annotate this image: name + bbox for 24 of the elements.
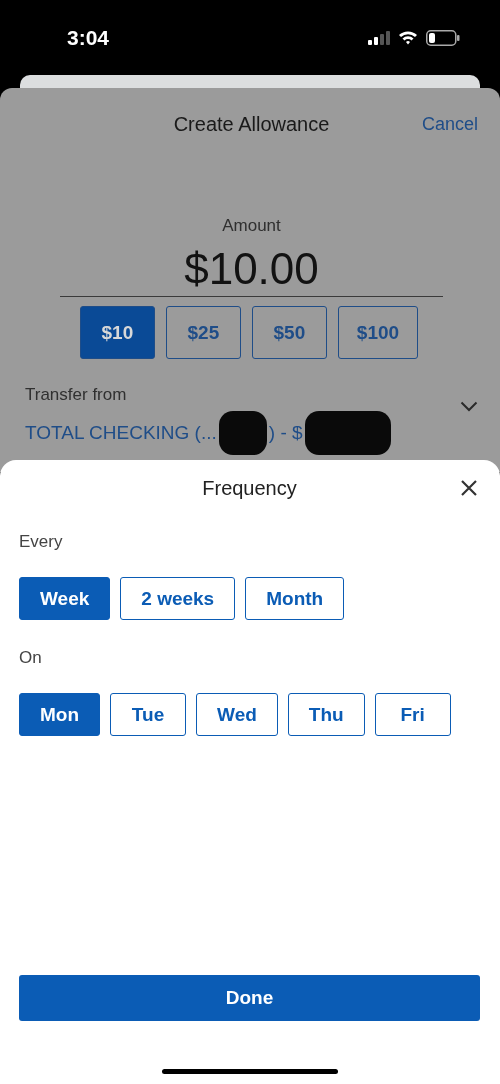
- amount-preset-button[interactable]: $10: [79, 306, 155, 359]
- status-time: 3:04: [67, 25, 110, 50]
- day-option[interactable]: Thu: [287, 693, 365, 736]
- on-label: On: [19, 648, 43, 668]
- amount-label: Amount: [221, 216, 282, 236]
- period-option[interactable]: Month: [245, 577, 345, 620]
- redaction-mark: [218, 411, 267, 455]
- day-option[interactable]: Mon: [19, 693, 101, 736]
- chevron-down-icon[interactable]: [460, 401, 478, 412]
- amount-field[interactable]: $10.00: [60, 244, 443, 297]
- sheet-title: Frequency: [202, 476, 297, 500]
- day-option[interactable]: Fri: [374, 693, 451, 736]
- wifi-icon: [398, 30, 418, 45]
- battery-icon: [426, 29, 460, 46]
- close-icon[interactable]: [460, 479, 478, 497]
- period-option[interactable]: Week: [19, 577, 111, 620]
- every-label: Every: [19, 532, 64, 552]
- period-option[interactable]: 2 weeks: [120, 577, 236, 620]
- screen-title: Create Allowance: [173, 112, 330, 136]
- day-option[interactable]: Tue: [110, 693, 187, 736]
- done-button[interactable]: Done: [19, 975, 480, 1021]
- transfer-label: Transfer from: [25, 385, 128, 405]
- day-option[interactable]: Wed: [196, 693, 278, 736]
- signal-icon: [368, 30, 390, 45]
